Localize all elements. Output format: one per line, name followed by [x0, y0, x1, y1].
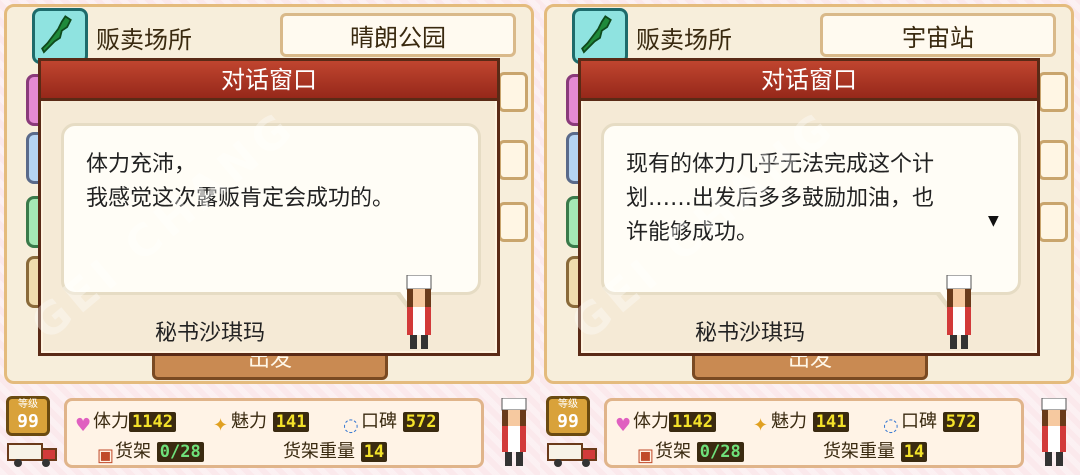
dialog-line: 我感觉这次露贩肯定会成功的。	[86, 186, 395, 211]
reputation-stat: ◌ 口碑 572	[883, 407, 980, 436]
dialog-title: 对话窗口	[41, 61, 497, 101]
speaker-name: 秘书沙琪玛	[155, 321, 266, 346]
map-icon[interactable]	[572, 8, 628, 64]
shelf-stat: ▣货架 0/28	[97, 437, 204, 466]
dialog-line: 体力充沛，	[86, 152, 197, 177]
level-badge: 等级 99	[6, 396, 50, 436]
option-side-3[interactable]	[498, 202, 528, 242]
left-screen: 贩卖场所 晴朗公园 出发 对话窗口 体力充沛， 我感觉这次露贩肯定会成功的。 秘…	[0, 0, 540, 475]
dialog-line: 许能够成功。	[626, 220, 759, 245]
map-icon[interactable]	[32, 8, 88, 64]
reputation-stat: ◌ 口碑 572	[343, 407, 440, 436]
venue-label: 贩卖场所	[636, 26, 732, 54]
dialog-message: 现有的体力几乎无法完成这个计 划……出发后多多鼓励加油，也 许能够成功。	[601, 123, 1021, 310]
shelf-stat: ▣货架 0/28	[637, 437, 744, 466]
dialog-window[interactable]: 对话窗口 现有的体力几乎无法完成这个计 划……出发后多多鼓励加油，也 许能够成功…	[578, 58, 1040, 356]
secretary-portrait	[946, 275, 972, 349]
venue-select[interactable]: 宇宙站	[820, 13, 1056, 57]
speech-bubble-icon: ◌	[343, 415, 359, 436]
heart-icon: ♥	[615, 415, 632, 436]
star-icon: ✦	[753, 415, 769, 436]
secretary-portrait	[406, 275, 432, 349]
shelf-weight-stat: 货架重量 14	[283, 437, 388, 463]
option-side-2[interactable]	[498, 140, 528, 180]
shelf-icon: ▣	[97, 445, 115, 466]
truck-icon	[547, 443, 597, 467]
option-side-1[interactable]	[498, 72, 528, 112]
speech-bubble-icon: ◌	[883, 415, 899, 436]
secretary-mini-portrait	[501, 398, 527, 466]
stamina-stat: ♥ 体力 1142	[615, 407, 716, 436]
status-panel: ♥ 体力 1142 ✦ 魅力 141 ◌ 口碑 572 ▣货架 0/28 货架重量 14	[604, 398, 1024, 468]
charm-stat: ✦ 魅力 141	[213, 407, 310, 436]
heart-icon: ♥	[75, 415, 92, 436]
venue-select[interactable]: 晴朗公园	[280, 13, 516, 57]
right-screen: 贩卖场所 宇宙站 出发 对话窗口 现有的体力几乎无法完成这个计 划……出发后多多…	[540, 0, 1080, 475]
dialog-message: 体力充沛， 我感觉这次露贩肯定会成功的。	[61, 123, 481, 310]
option-side-2[interactable]	[1038, 140, 1068, 180]
level-badge: 等级 99	[546, 396, 590, 436]
shelf-weight-stat: 货架重量 14	[823, 437, 928, 463]
charm-stat: ✦ 魅力 141	[753, 407, 850, 436]
dialog-title: 对话窗口	[581, 61, 1037, 101]
venue-label: 贩卖场所	[96, 26, 192, 54]
secretary-mini-portrait	[1041, 398, 1067, 466]
dialog-line: 划……出发后多多鼓励加油，也	[626, 186, 935, 211]
shelf-icon: ▣	[637, 445, 655, 466]
truck-icon	[7, 443, 57, 467]
speaker-name: 秘书沙琪玛	[695, 321, 806, 346]
star-icon: ✦	[213, 415, 229, 436]
more-arrow-icon[interactable]: ▼	[988, 213, 999, 229]
dialog-line: 现有的体力几乎无法完成这个计	[626, 152, 935, 177]
option-side-1[interactable]	[1038, 72, 1068, 112]
status-panel: ♥ 体力 1142 ✦ 魅力 141 ◌ 口碑 572 ▣货架 0/28 货架重量 14	[64, 398, 484, 468]
dialog-window[interactable]: 对话窗口 体力充沛， 我感觉这次露贩肯定会成功的。 秘书沙琪玛	[38, 58, 500, 356]
option-side-3[interactable]	[1038, 202, 1068, 242]
stamina-stat: ♥ 体力 1142	[75, 407, 176, 436]
